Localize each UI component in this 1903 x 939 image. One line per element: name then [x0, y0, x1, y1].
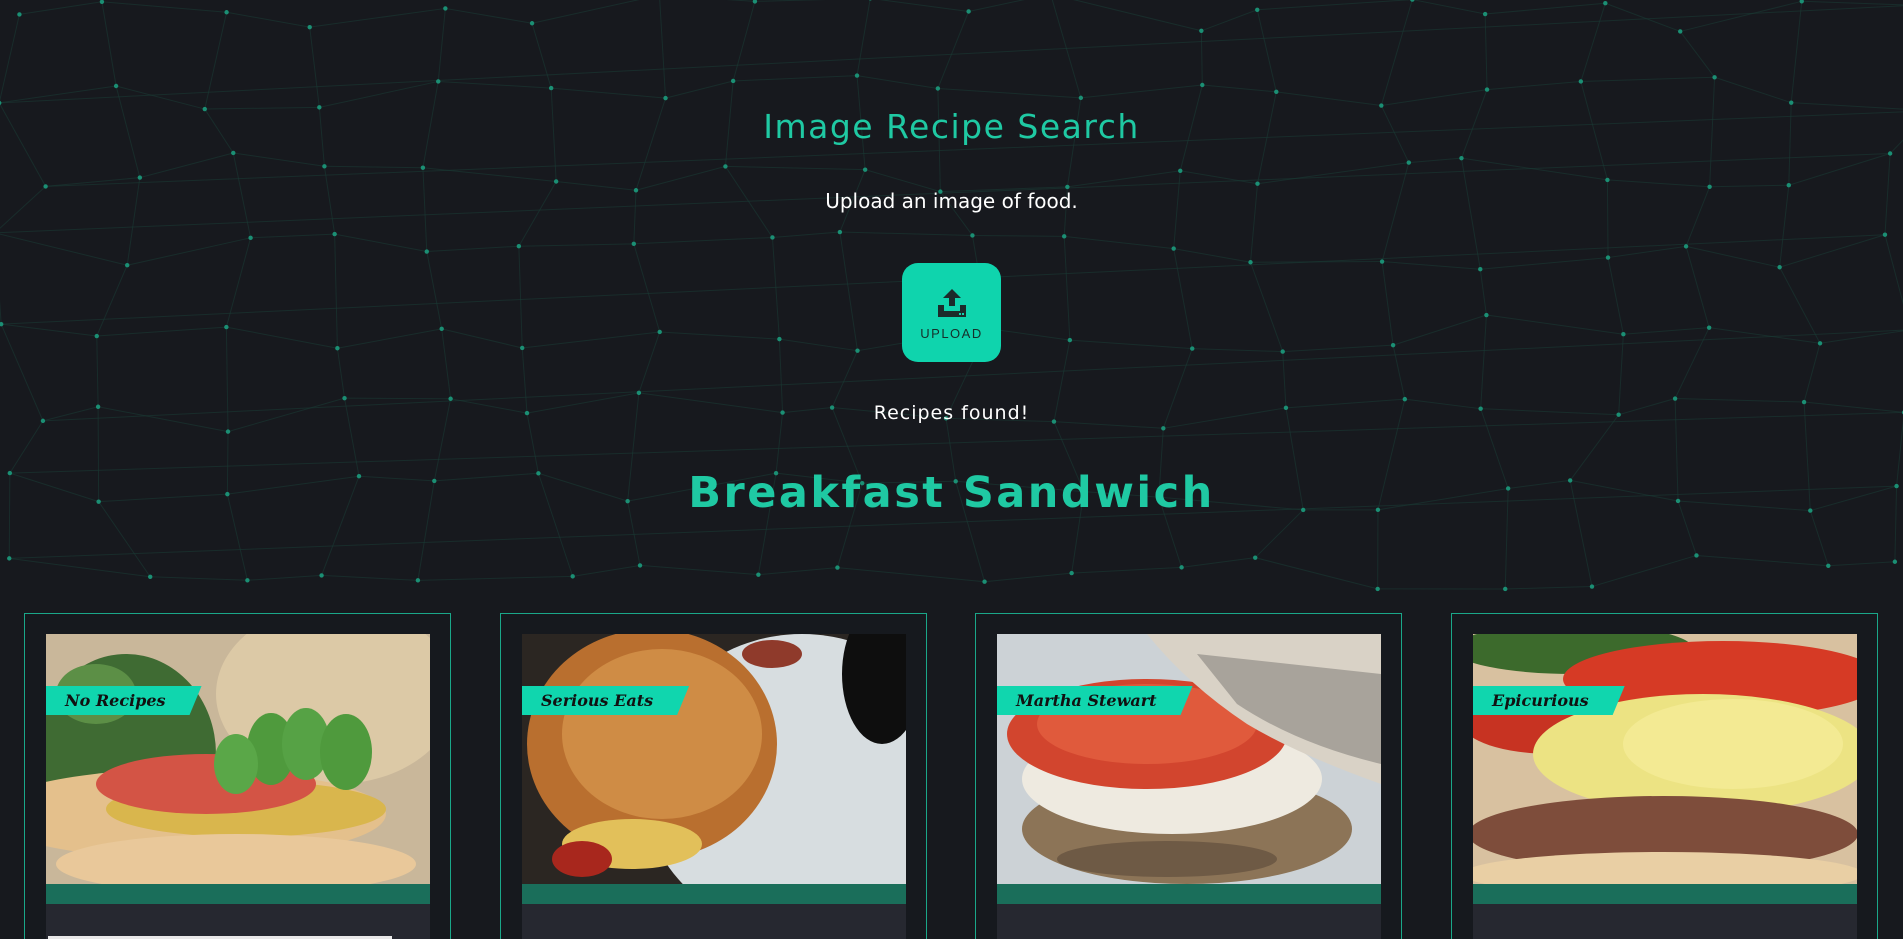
card-body [1473, 904, 1857, 939]
recipe-source-tag: Martha Stewart [997, 686, 1193, 715]
recipe-source-tag: Serious Eats [522, 686, 689, 715]
card-body [522, 904, 906, 939]
recipe-image[interactable]: Serious Eats [522, 634, 906, 884]
page-subtitle: Upload an image of food. [825, 189, 1078, 213]
upload-label: UPLOAD [920, 326, 983, 341]
upload-icon [937, 289, 966, 317]
recipe-card[interactable]: Epicurious [1451, 613, 1878, 939]
recipe-image[interactable]: Martha Stewart [997, 634, 1381, 884]
card-band [1473, 884, 1857, 904]
card-body [997, 904, 1381, 939]
recipe-card[interactable]: No Recipes [24, 613, 451, 939]
recipe-image[interactable]: No Recipes [46, 634, 430, 884]
recipe-source-tag: Epicurious [1473, 686, 1625, 715]
upload-button[interactable]: UPLOAD [902, 263, 1001, 362]
card-body [46, 904, 430, 939]
recipe-card[interactable]: Martha Stewart [975, 613, 1402, 939]
recipe-card[interactable]: Serious Eats [500, 613, 927, 939]
card-band [997, 884, 1381, 904]
card-band [46, 884, 430, 904]
recipe-image[interactable]: Epicurious [1473, 634, 1857, 884]
search-status: Recipes found! [873, 402, 1030, 424]
dish-name: Breakfast Sandwich [688, 468, 1215, 518]
page-title: Image Recipe Search [763, 107, 1140, 146]
card-band [522, 884, 906, 904]
recipe-source-tag: No Recipes [46, 686, 202, 715]
